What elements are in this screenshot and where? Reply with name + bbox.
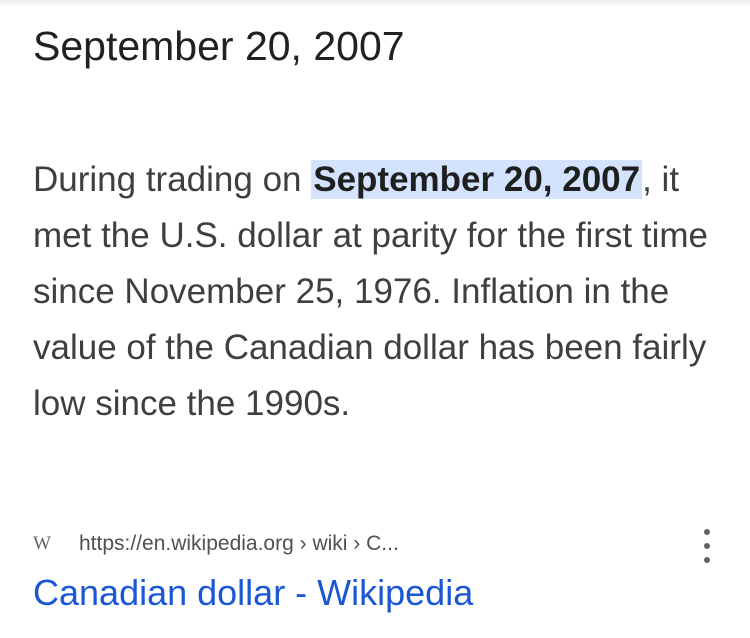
source-row[interactable]: W https://en.wikipedia.org › wiki › C... (33, 528, 723, 560)
featured-answer-title: September 20, 2007 (33, 23, 405, 69)
top-divider-shadow (0, 0, 750, 6)
source-url[interactable]: https://en.wikipedia.org › wiki › C... (79, 532, 399, 556)
snippet-highlight: September 20, 2007 (311, 160, 643, 199)
featured-snippet-text: During trading on September 20, 2007, it… (33, 152, 723, 432)
snippet-text-before: During trading on (33, 160, 312, 199)
snippet-text-after: , it met the U.S. dollar at parity for t… (33, 160, 708, 423)
wikipedia-favicon-icon: W (33, 533, 52, 554)
more-vert-icon-dot (704, 557, 710, 563)
more-vert-icon-dot (704, 543, 710, 549)
result-title-link[interactable]: Canadian dollar - Wikipedia (33, 570, 473, 616)
more-options-button[interactable] (698, 529, 716, 563)
more-vert-icon-dot (704, 529, 710, 535)
